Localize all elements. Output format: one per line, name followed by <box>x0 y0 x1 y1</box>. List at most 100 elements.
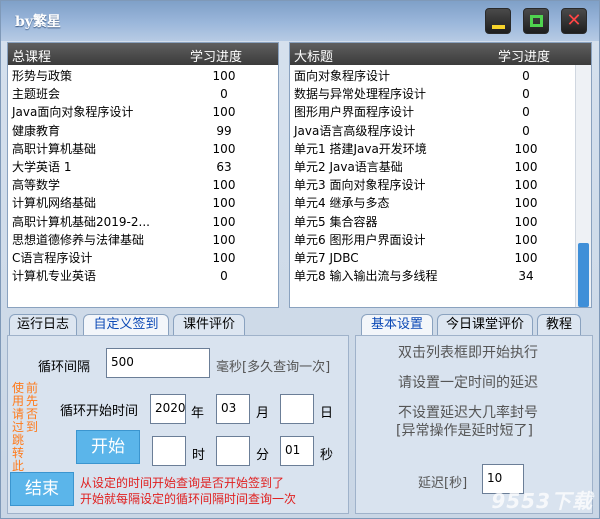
list-item-title: C语言程序设计 <box>12 250 93 265</box>
list-item[interactable]: 图形用户界面程序设计 0 <box>290 103 591 121</box>
list-item-progress: 100 <box>212 141 236 156</box>
list-item-progress: 100 <box>514 159 538 174</box>
list-item-progress: 100 <box>514 250 538 265</box>
list-item-title: 单元8 输入输出流与多线程 <box>294 269 438 284</box>
list-item-title: 单元2 Java语言基础 <box>294 159 403 174</box>
list-item-progress: 0 <box>220 87 228 102</box>
header-progress[interactable]: 学习进度 <box>190 46 242 65</box>
list-item[interactable]: 单元1 搭建Java开发环境 100 <box>290 140 591 158</box>
list-item[interactable]: 单元5 集合容器 100 <box>290 213 591 231</box>
maximize-button[interactable] <box>523 8 549 34</box>
hour-unit: 时 <box>192 448 206 463</box>
chapter-list-scrollbar[interactable] <box>575 65 591 307</box>
interval-input[interactable]: 500 <box>106 348 210 378</box>
list-item-progress: 0 <box>522 69 530 83</box>
list-item-title: 单元7 JDBC <box>294 250 359 265</box>
list-item[interactable]: 单元3 面向对象程序设计 100 <box>290 176 591 194</box>
list-item-progress: 100 <box>514 178 538 193</box>
list-item[interactable]: 健康教育 99 <box>8 122 278 140</box>
list-item[interactable]: Java面向对象程序设计 100 <box>8 103 278 121</box>
minimize-icon <box>492 25 505 29</box>
side-note-col1: 使用请过跳转此 <box>12 381 25 473</box>
tab-basic-settings[interactable]: 基本设置 <box>361 314 433 336</box>
day-input[interactable] <box>280 394 314 424</box>
list-item[interactable]: 单元2 Java语言基础 100 <box>290 158 591 176</box>
interval-unit: 毫秒[多久查询一次] <box>216 360 331 375</box>
minute-input[interactable] <box>216 436 250 466</box>
maximize-icon <box>530 15 543 27</box>
list-item-title: 单元6 图形用户界面设计 <box>294 232 426 247</box>
list-item-title: 单元5 集合容器 <box>294 214 378 229</box>
second-input[interactable]: 01 <box>280 436 314 466</box>
list-item[interactable]: 计算机网络基础 100 <box>8 194 278 212</box>
list-item[interactable]: 高职计算机基础 100 <box>8 140 278 158</box>
list-item-progress: 0 <box>522 105 530 120</box>
tab-custom-checkin[interactable]: 自定义签到 <box>83 314 169 336</box>
header-course[interactable]: 总课程 <box>12 46 51 65</box>
list-item[interactable]: 高职计算机基础2019-2... 100 <box>8 213 278 231</box>
list-item-progress: 100 <box>212 178 236 193</box>
list-item[interactable]: 计算机专业英语 0 <box>8 267 278 285</box>
note-line-1: 从设定的时间开始查询是否开始签到了 <box>80 476 285 490</box>
list-item-progress: 99 <box>216 123 232 138</box>
scroll-thumb[interactable] <box>578 243 589 307</box>
list-item-progress: 0 <box>522 87 530 102</box>
list-item[interactable]: 大学英语 1 63 <box>8 158 278 176</box>
chapter-list-header: 大标题 学习进度 <box>290 43 591 65</box>
list-item[interactable]: 单元6 图形用户界面设计 100 <box>290 231 591 249</box>
day-unit: 日 <box>320 406 334 421</box>
minute-unit: 分 <box>256 448 270 463</box>
delay-label: 延迟[秒] <box>418 476 468 491</box>
list-item-title: 计算机专业英语 <box>12 269 97 284</box>
list-item-progress: 100 <box>514 232 538 247</box>
list-item-title: 高等数学 <box>12 178 61 193</box>
header-progress[interactable]: 学习进度 <box>498 46 550 65</box>
window-title: by繁星 <box>15 14 61 30</box>
list-item-progress: 0 <box>522 123 530 138</box>
list-item-title: 面向对象程序设计 <box>294 69 391 83</box>
header-chapter[interactable]: 大标题 <box>294 46 333 65</box>
list-item[interactable]: 单元7 JDBC 100 <box>290 249 591 267</box>
tab-courseware-review[interactable]: 课件评价 <box>173 314 245 336</box>
list-item[interactable]: 高等数学 100 <box>8 176 278 194</box>
main-window: by繁星 ✕ 总课程 学习进度 形势与政策 100 主题班会 0 Java面向对象程序设… <box>0 0 600 519</box>
list-item-progress: 34 <box>518 269 534 284</box>
list-item-progress: 100 <box>212 196 236 211</box>
course-list[interactable]: 总课程 学习进度 形势与政策 100 主题班会 0 Java面向对象程序设计 100 健康教… <box>7 42 279 308</box>
list-item-title: 单元4 继承与多态 <box>294 196 390 211</box>
list-item-title: 高职计算机基础 <box>12 141 97 156</box>
hour-input[interactable] <box>152 436 186 466</box>
month-input[interactable]: 03 <box>216 394 250 424</box>
list-item-progress: 100 <box>514 141 538 156</box>
list-item-progress: 63 <box>216 159 232 174</box>
tab-tutorial[interactable]: 教程 <box>537 314 581 336</box>
end-button[interactable]: 结束 <box>10 472 74 506</box>
settings-line-1: 双击列表框即开始执行 <box>398 345 538 361</box>
course-list-header: 总课程 学习进度 <box>8 43 278 65</box>
list-item[interactable]: 形势与政策 100 <box>8 67 278 85</box>
list-item[interactable]: 思想道德修养与法律基础 100 <box>8 231 278 249</box>
list-item-title: 计算机网络基础 <box>12 196 97 211</box>
year-input[interactable]: 2020 <box>150 394 186 424</box>
list-item[interactable]: 单元4 继承与多态 100 <box>290 194 591 212</box>
list-item-title: 思想道德修养与法律基础 <box>12 232 145 247</box>
list-item[interactable]: 面向对象程序设计 0 <box>290 67 591 85</box>
chapter-list[interactable]: 大标题 学习进度 面向对象程序设计 0 数据与异常处理程序设计 0 图形用户界面程序设计… <box>289 42 592 308</box>
watermark-logo: 9553下载 <box>491 489 593 513</box>
list-item[interactable]: 单元8 输入输出流与多线程 34 <box>290 267 591 285</box>
minimize-button[interactable] <box>485 8 511 34</box>
start-button[interactable]: 开始 <box>76 430 140 464</box>
tab-today-class-review[interactable]: 今日课堂评价 <box>437 314 533 336</box>
title-bar[interactable]: by繁星 ✕ <box>1 1 599 41</box>
side-note-col2: 前先否到 <box>26 381 39 434</box>
start-time-label: 循环开始时间 <box>60 404 139 419</box>
list-item-title: 形势与政策 <box>12 69 73 83</box>
list-item[interactable]: C语言程序设计 100 <box>8 249 278 267</box>
tab-run-log[interactable]: 运行日志 <box>9 314 77 336</box>
list-item-progress: 100 <box>212 214 236 229</box>
list-item[interactable]: 数据与异常处理程序设计 0 <box>290 85 591 103</box>
list-item[interactable]: Java语言高级程序设计 0 <box>290 122 591 140</box>
year-unit: 年 <box>191 406 205 421</box>
close-button[interactable]: ✕ <box>561 8 587 34</box>
list-item[interactable]: 主题班会 0 <box>8 85 278 103</box>
